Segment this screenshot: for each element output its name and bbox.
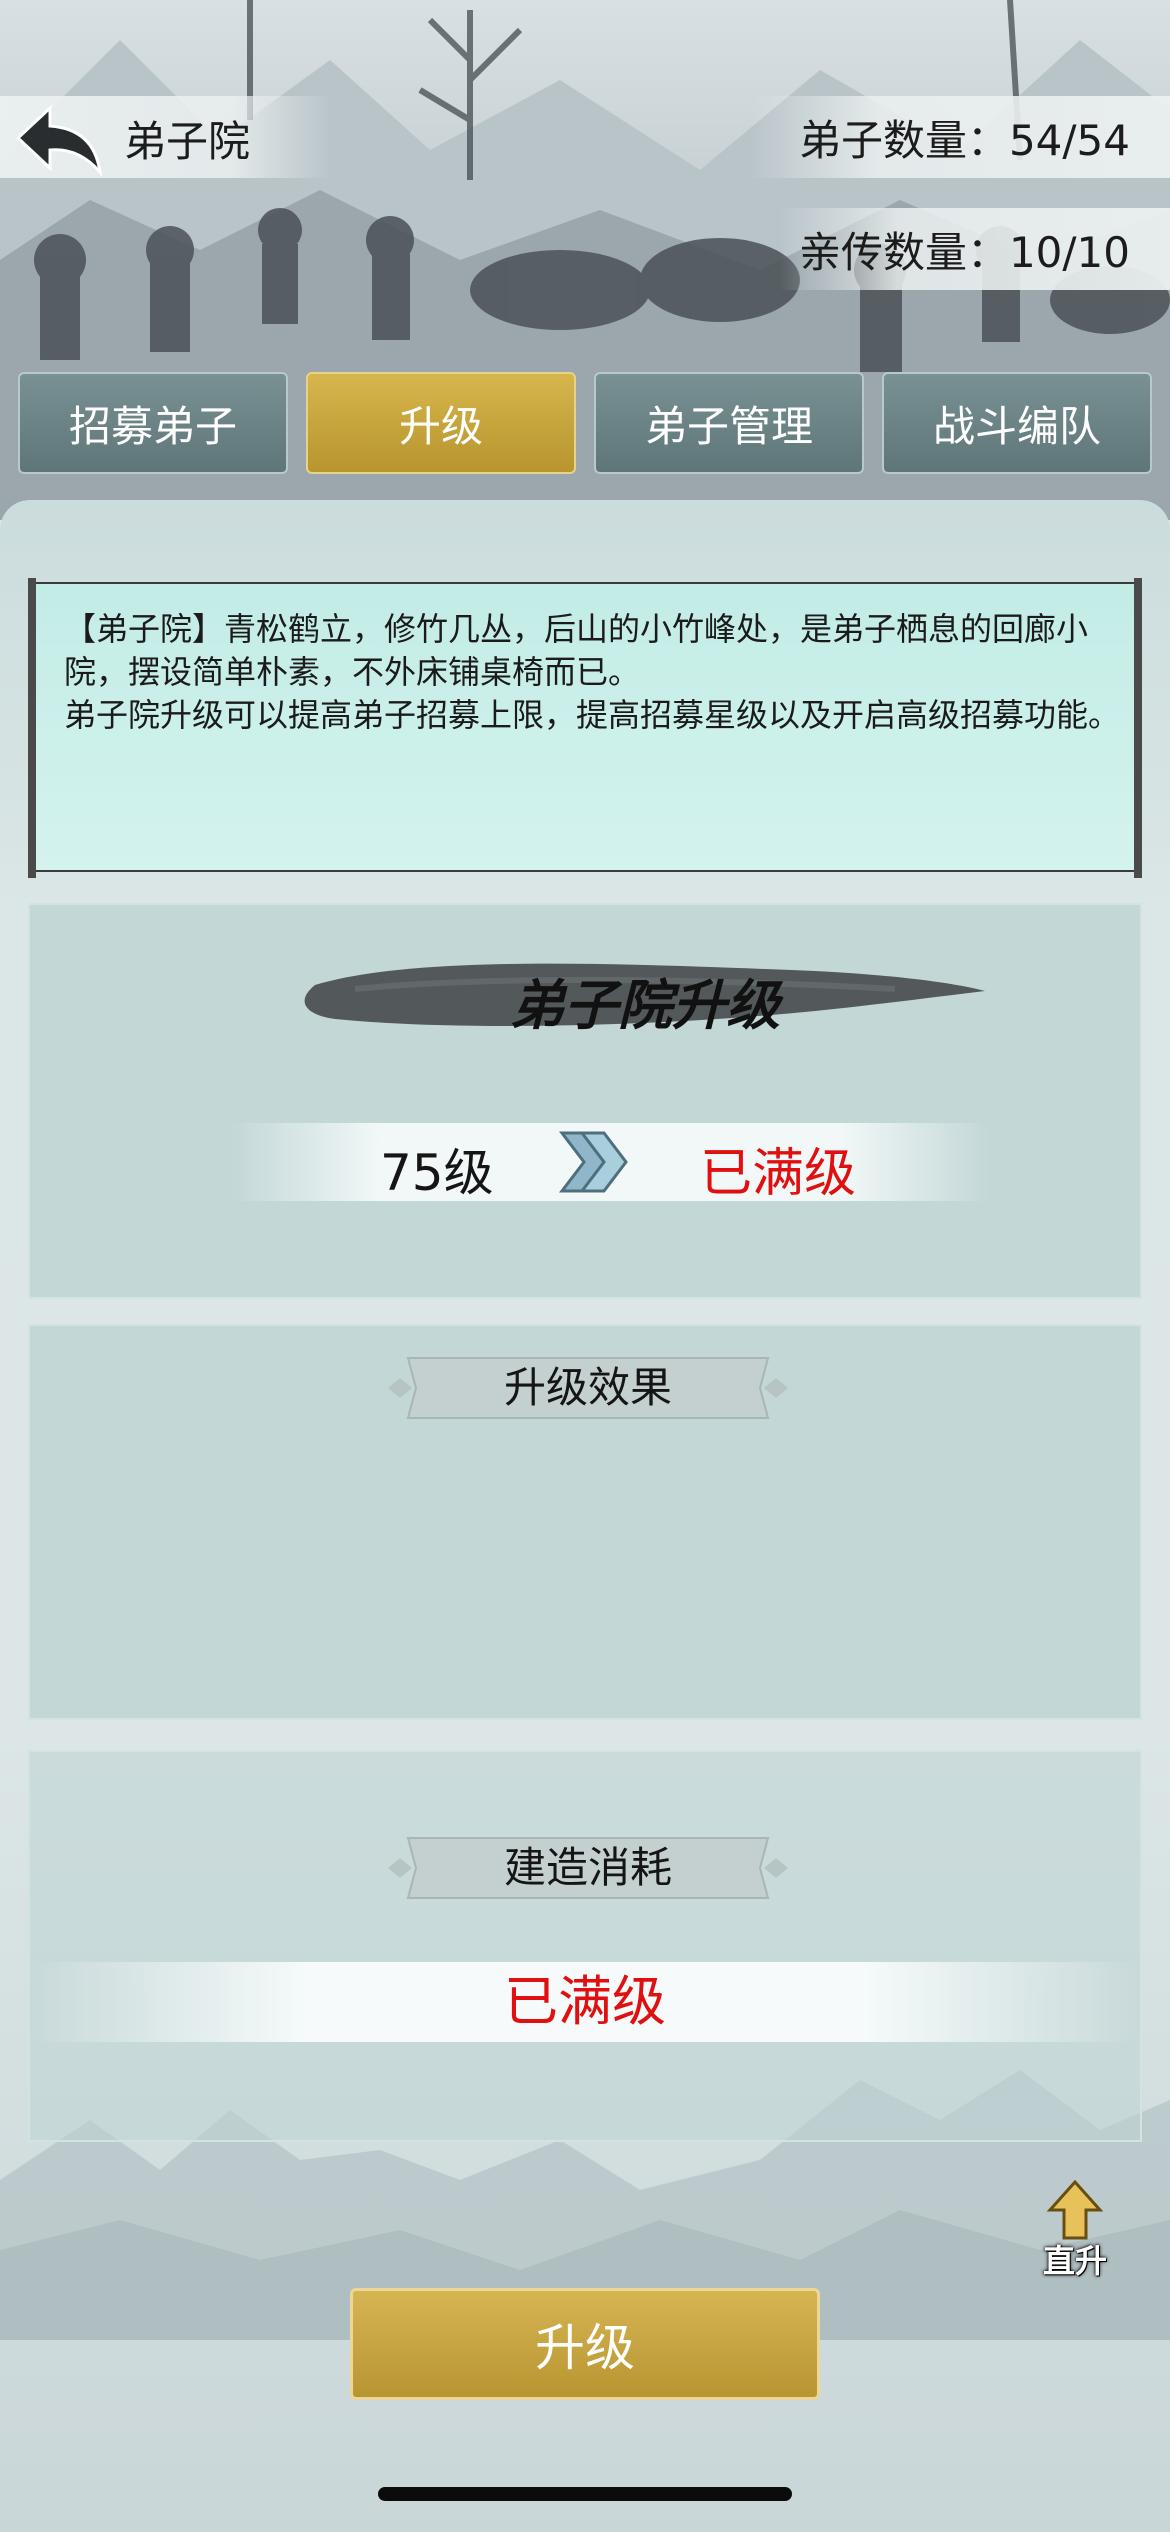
build-cost-status: 已满级 xyxy=(30,1962,1140,2042)
upgrade-button[interactable]: 升级 xyxy=(350,2288,820,2400)
description-line: 弟子院升级可以提高弟子招募上限，提高招募星级以及开启高级招募功能。 xyxy=(64,696,1121,734)
back-button[interactable] xyxy=(14,104,104,177)
build-cost-card: 建造消耗 已满级 xyxy=(28,1750,1142,2142)
back-arrow-icon xyxy=(15,104,103,177)
upgrade-card-title: 弟子院升级 xyxy=(510,973,780,1037)
level-row: 75级 已满级 xyxy=(230,1123,990,1204)
build-cost-title: 建造消耗 xyxy=(503,1843,672,1892)
up-arrow-icon xyxy=(1046,2179,1104,2240)
tab-upgrade[interactable]: 升级 xyxy=(306,372,576,474)
upgrade-card: 弟子院升级 75级 已满级 xyxy=(28,903,1142,1299)
double-chevron-right-icon xyxy=(558,1131,628,1193)
next-level-max: 已满级 xyxy=(700,1144,857,1204)
tab-label: 战斗编队 xyxy=(932,401,1101,451)
description-text: 【弟子院】青松鹤立，修竹几丛，后山的小竹峰处，是弟子栖息的回廊小院，摆设简单朴素… xyxy=(64,608,1124,737)
tab-label: 招募弟子 xyxy=(68,401,237,451)
disciple-count: 弟子数量：54/54 xyxy=(798,115,1130,165)
description-line: 【弟子院】青松鹤立，修竹几丛，后山的小竹峰处，是弟子栖息的回廊小院，摆设简单朴素… xyxy=(64,610,1089,691)
upgrade-effect-card: 升级效果 xyxy=(28,1324,1142,1720)
description-scroll: 【弟子院】青松鹤立，修竹几丛，后山的小竹峰处，是弟子栖息的回廊小院，摆设简单朴素… xyxy=(28,578,1142,878)
home-indicator[interactable] xyxy=(378,2487,792,2501)
tab-label: 弟子管理 xyxy=(644,401,813,451)
upgrade-button-label: 升级 xyxy=(535,2319,635,2377)
tab-recruit[interactable]: 招募弟子 xyxy=(18,372,288,474)
instant-upgrade-label: 直升 xyxy=(1042,2242,1107,2280)
current-level: 75级 xyxy=(380,1144,494,1202)
direct-disciple-count: 亲传数量：10/10 xyxy=(798,227,1130,277)
tab-bar: 招募弟子 升级 弟子管理 战斗编队 xyxy=(18,372,1152,474)
instant-upgrade-button[interactable]: 直升 xyxy=(1030,2179,1120,2280)
page-title: 弟子院 xyxy=(124,117,251,166)
tab-battle-formation[interactable]: 战斗编队 xyxy=(882,372,1152,474)
tab-disciple-management[interactable]: 弟子管理 xyxy=(594,372,864,474)
direct-disciple-count-bar: 亲传数量：10/10 xyxy=(780,208,1170,290)
tab-label: 升级 xyxy=(398,401,483,451)
disciple-count-bar: 弟子数量：54/54 xyxy=(750,96,1170,178)
upgrade-effect-title: 升级效果 xyxy=(503,1363,672,1412)
